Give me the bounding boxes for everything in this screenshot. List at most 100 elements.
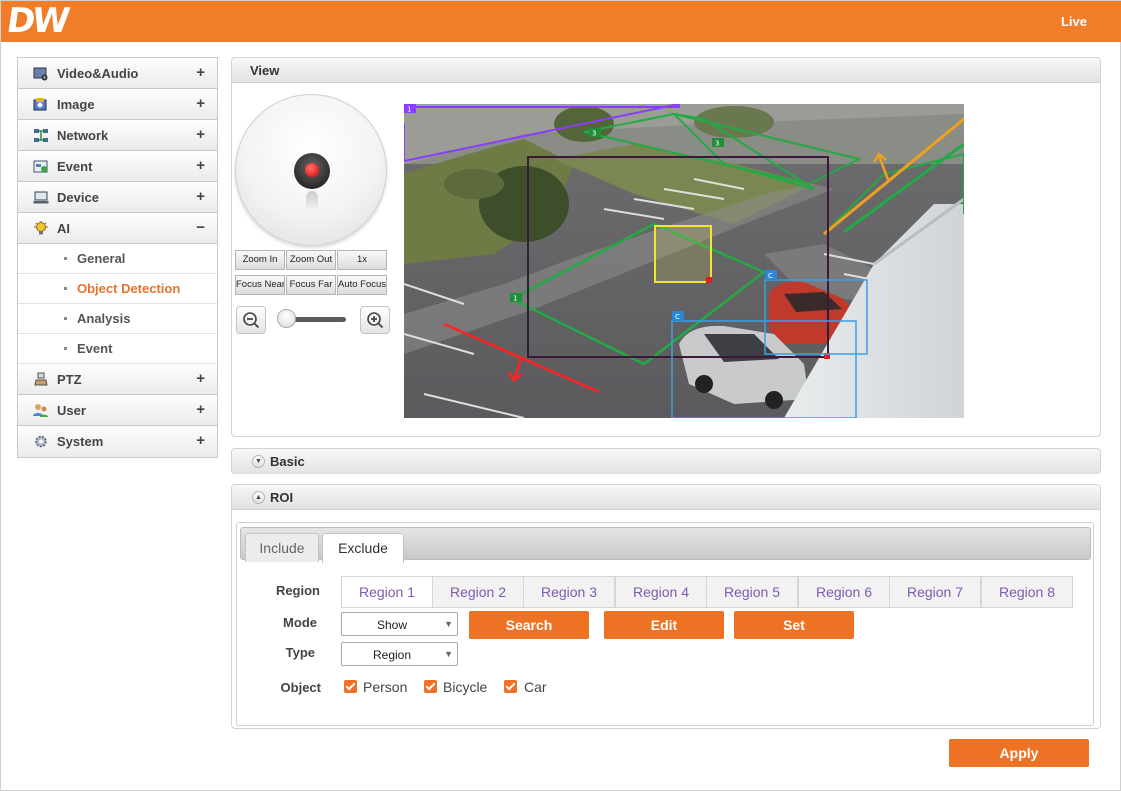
region-tab-2[interactable]: Region 2 (432, 576, 524, 608)
sidebar-item-label: Device (57, 190, 99, 205)
bicycle-checkbox-label: Bicycle (443, 679, 488, 695)
region-tab-8[interactable]: Region 8 (981, 576, 1073, 608)
tab-include[interactable]: Include (245, 533, 319, 562)
sidebar-item-label: PTZ (57, 372, 82, 387)
sidebar-item-event[interactable]: Event + (18, 151, 217, 182)
ai-icon (34, 221, 48, 235)
edit-button[interactable]: Edit (604, 611, 724, 639)
sidebar-item-label: AI (57, 221, 70, 236)
event-icon (33, 160, 48, 173)
panel-title: ROI (270, 490, 294, 505)
roi-settings-box: Include Exclude Region Region 1 Region 2… (236, 522, 1094, 726)
bullet (64, 257, 67, 260)
view-panel: View Zoom In Zoom Out 1x Focus Near Focu… (231, 57, 1101, 437)
apply-button[interactable]: Apply (949, 739, 1089, 767)
expand-icon[interactable]: + (196, 188, 205, 205)
sidebar-item-device[interactable]: Device + (18, 182, 217, 213)
roi-panel-header[interactable]: ▲ ROI (232, 485, 1100, 510)
tab-exclude[interactable]: Exclude (322, 533, 404, 563)
bicycle-checkbox[interactable] (424, 680, 437, 693)
region-tab-7[interactable]: Region 7 (889, 576, 981, 608)
sidebar-item-label: Image (57, 97, 95, 112)
wheel (695, 375, 713, 393)
view-body: Zoom In Zoom Out 1x Focus Near Focus Far… (232, 84, 1100, 436)
set-button[interactable]: Set (734, 611, 854, 639)
person-checkbox[interactable] (344, 680, 357, 693)
expand-triangle-icon[interactable]: ▼ (252, 455, 265, 468)
region-tab-4[interactable]: Region 4 (615, 576, 707, 608)
type-label: Type (285, 645, 315, 660)
basic-panel: ▼ Basic (231, 448, 1101, 474)
wheel (765, 391, 783, 409)
focus-far-button[interactable]: Focus Far (286, 275, 336, 295)
top-header: DW Live (1, 1, 1121, 42)
zone-tag-label: 3 (715, 140, 719, 148)
sidebar-subitem-label: Analysis (77, 311, 131, 326)
class-tag-label: C (675, 313, 680, 321)
sidebar-subitem-label: Object Detection (77, 281, 181, 296)
zoom-slider-thumb[interactable] (276, 309, 296, 328)
camera-scene[interactable]: 1 3 3 1 C C (404, 104, 964, 418)
basic-panel-header[interactable]: ▼ Basic (232, 449, 1100, 474)
sidebar-subitem-general[interactable]: General (18, 244, 217, 274)
zone-tag-label: 1 (513, 295, 517, 303)
roi-tag-label: 1 (407, 106, 411, 114)
sidebar-subitem-label: Event (77, 341, 113, 356)
expand-icon[interactable]: + (196, 401, 205, 418)
sidebar-subitem-object-detection[interactable]: Object Detection (18, 274, 217, 304)
expand-icon[interactable]: + (196, 95, 205, 112)
expand-icon[interactable]: + (196, 126, 205, 143)
selected-region-yellow[interactable] (654, 225, 712, 283)
panel-title: Basic (270, 454, 305, 469)
user-icon (33, 404, 48, 417)
camera-live-view[interactable]: 1 3 3 1 C C (404, 104, 964, 418)
expand-icon[interactable]: + (196, 432, 205, 449)
sidebar-item-ptz[interactable]: PTZ + (18, 364, 217, 395)
sidebar-item-label: Network (57, 128, 109, 143)
dropdown-arrow-icon: ▼ (444, 649, 453, 659)
collapse-icon[interactable]: − (196, 219, 205, 236)
search-button[interactable]: Search (469, 611, 589, 639)
ptz-joystick-knob[interactable] (294, 153, 330, 189)
shrub (444, 169, 504, 199)
sidebar-item-label: System (57, 434, 104, 449)
expand-icon[interactable]: + (196, 157, 205, 174)
ptz-control-wheel[interactable] (235, 94, 387, 246)
roi-tab-bar: Include Exclude (240, 527, 1091, 563)
sidebar-item-system[interactable]: System + (18, 426, 217, 457)
car-checkbox[interactable] (504, 680, 517, 693)
mode-select[interactable]: Show ▼ (341, 612, 458, 636)
expand-icon[interactable]: + (196, 370, 205, 387)
zoom-minus-icon[interactable] (236, 306, 266, 334)
bullet (64, 287, 67, 290)
panel-title: View (250, 63, 280, 78)
region-tab-5[interactable]: Region 5 (706, 576, 798, 608)
type-select[interactable]: Region ▼ (341, 642, 458, 666)
expand-icon[interactable]: + (196, 64, 205, 81)
sidebar-subitem-event[interactable]: Event (18, 334, 217, 364)
sidebar-item-image[interactable]: Image + (18, 89, 217, 120)
region-tab-6[interactable]: Region 6 (798, 576, 890, 608)
collapse-triangle-icon[interactable]: ▲ (252, 491, 265, 504)
zoom-plus-icon[interactable] (360, 306, 390, 334)
zone-tag-label: 3 (592, 130, 596, 138)
auto-focus-button[interactable]: Auto Focus (337, 275, 387, 295)
live-link[interactable]: Live (1061, 14, 1087, 29)
zoom-out-button[interactable]: Zoom Out (286, 250, 336, 270)
zoom-ratio-button[interactable]: 1x (337, 250, 387, 270)
sidebar-item-video-audio[interactable]: Video&Audio + (18, 58, 217, 89)
sidebar-item-ai[interactable]: AI − (18, 213, 217, 244)
person-checkbox-label: Person (363, 679, 408, 695)
sidebar-subitem-analysis[interactable]: Analysis (18, 304, 217, 334)
sidebar-item-user[interactable]: User + (18, 395, 217, 426)
roi-panel: ▲ ROI Include Exclude Region Region 1 Re… (231, 484, 1101, 729)
focus-near-button[interactable]: Focus Near (235, 275, 285, 295)
region-tab-3[interactable]: Region 3 (523, 576, 615, 608)
sidebar-item-network[interactable]: Network + (18, 120, 217, 151)
region-tab-1[interactable]: Region 1 (341, 576, 433, 608)
view-panel-header: View (232, 58, 1100, 83)
sidebar-item-label: Event (57, 159, 93, 174)
resize-handle[interactable] (706, 277, 712, 283)
zoom-in-button[interactable]: Zoom In (235, 250, 285, 270)
object-label: Object (280, 680, 321, 695)
